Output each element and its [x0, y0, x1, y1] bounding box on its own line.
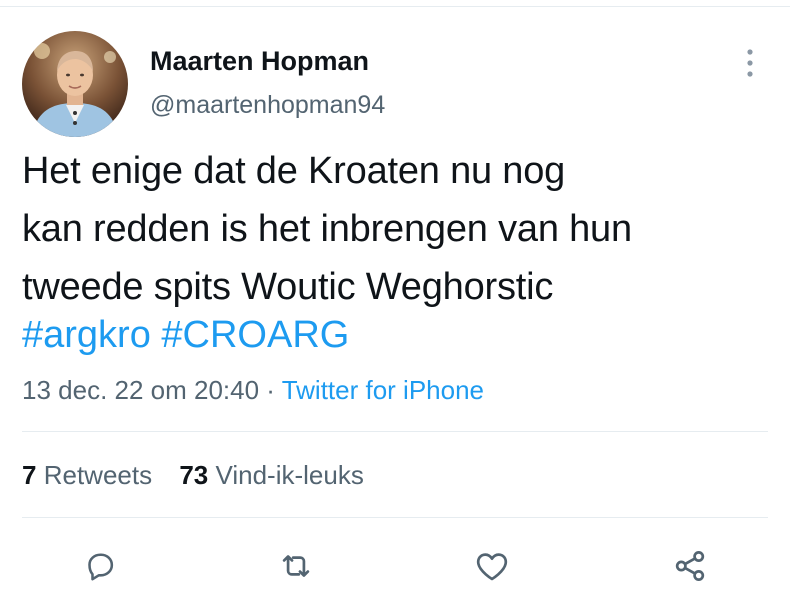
timestamp[interactable]: 13 dec. 22 om 20:40 — [22, 375, 259, 405]
likes-count: 73 — [179, 460, 209, 490]
more-vertical-icon[interactable] — [738, 44, 762, 84]
hashtag-link[interactable]: #argkro — [22, 314, 151, 356]
top-divider — [0, 6, 790, 7]
author-handle[interactable]: @maartenhopman94 — [150, 89, 385, 121]
like-icon — [476, 553, 508, 581]
action-bar — [0, 544, 790, 588]
like-button[interactable] — [470, 544, 514, 588]
retweets-count: 7 — [22, 460, 37, 490]
retweet-icon — [282, 555, 310, 577]
reply-button[interactable] — [78, 544, 122, 588]
retweets-label: Retweets — [43, 460, 153, 490]
likes-label: Vind-ik-leuks — [215, 460, 364, 490]
reply-icon — [88, 553, 114, 581]
meta-separator: · — [259, 375, 282, 405]
author-name[interactable]: Maarten Hopman — [150, 44, 369, 78]
tweet-text: Het enige dat de Kroaten nu nog kan redd… — [22, 142, 762, 316]
tweet-stats: 7 Retweets 73 Vind-ik-leuks — [22, 455, 384, 495]
avatar-photo — [22, 31, 128, 137]
source-link[interactable]: Twitter for iPhone — [282, 375, 484, 405]
hashtag-link[interactable]: #CROARG — [161, 314, 349, 356]
divider — [22, 517, 768, 518]
share-button[interactable] — [668, 544, 712, 588]
tweet-meta: 13 dec. 22 om 20:40 · Twitter for iPhone — [22, 370, 484, 410]
likes-stat[interactable]: 73 Vind-ik-leuks — [179, 460, 364, 490]
tweet-text-line: Het enige dat de Kroaten nu nog — [22, 150, 566, 192]
share-icon — [675, 551, 705, 581]
avatar[interactable] — [22, 31, 128, 137]
hashtags: #argkro #CROARG — [22, 306, 349, 364]
retweet-button[interactable] — [274, 544, 318, 588]
divider — [22, 431, 768, 432]
tweet-text-line: kan redden is het inbrengen van hun — [22, 208, 632, 250]
retweets-stat[interactable]: 7 Retweets — [22, 460, 152, 490]
